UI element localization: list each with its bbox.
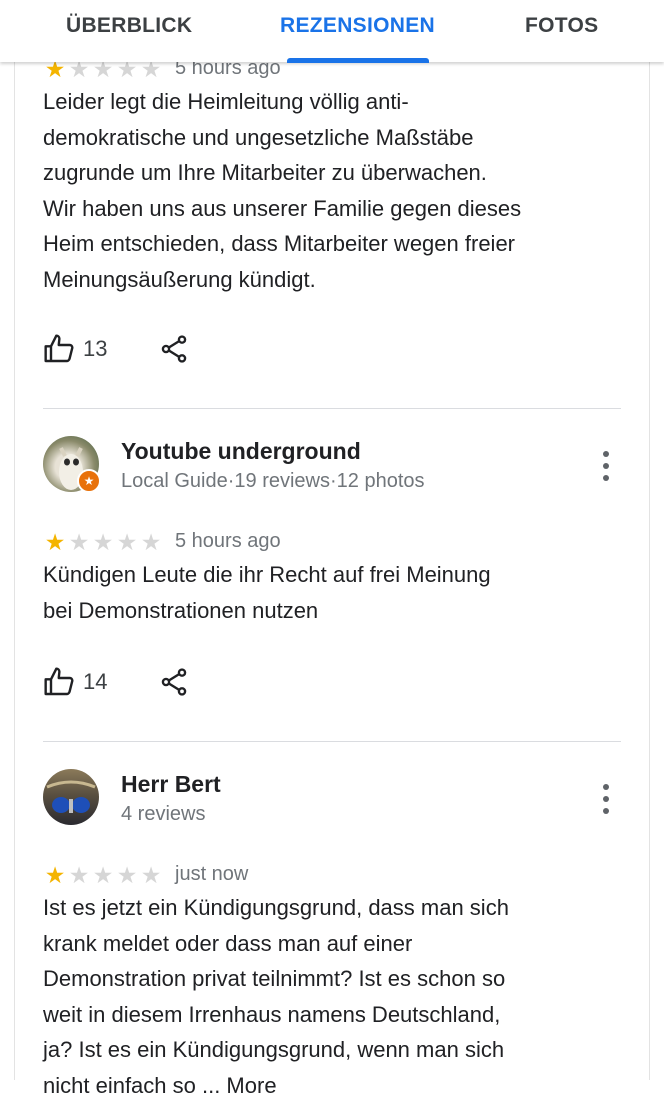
active-tab-indicator [287,58,429,63]
review-3-text: Ist es jetzt ein Kündigungsgrund, dass m… [43,890,603,1103]
more-vert-icon [603,808,609,814]
review-3-rating: ★ ★ ★ ★ ★ [43,864,163,886]
share-icon [158,333,190,365]
review-text-line: Heim entschieden, dass Mitarbeiter wegen… [43,226,603,262]
review-text-line: Leider legt die Heimleitung völlig anti- [43,84,603,120]
review-divider [43,741,621,742]
more-vert-icon [603,784,609,790]
review-2-meta: Local Guide·19 reviews·12 photos [121,470,425,493]
share-button[interactable] [158,333,190,365]
review-text-line: Wir haben uns aus unserer Familie gegen … [43,191,603,227]
star-icon: ★ [115,864,139,886]
review-divider [43,408,621,409]
review-text-line: Meinungsäußerung kündigt. [43,262,603,298]
tab-photos[interactable]: FOTOS [525,14,598,38]
review-text-line: krank meldet oder dass man auf einer [43,926,603,962]
review-text-line: weit in diesem Irrenhaus namens Deutschl… [43,997,603,1033]
review-3-time: just now [175,863,248,886]
review-text-line: Demonstration privat teilnimmt? Ist es s… [43,961,603,997]
share-button[interactable] [158,666,190,698]
more-vert-icon [603,796,609,802]
more-vert-icon [603,475,609,481]
star-icon: ★ [139,531,163,553]
star-icon: ★ [115,531,139,553]
star-icon: ★ [67,531,91,553]
review-2-author[interactable]: Youtube underground [121,438,361,465]
like-button[interactable]: 14 [43,666,107,698]
more-vert-icon [603,463,609,469]
review-text-line: ja? Ist es ein Kündigungsgrund, wenn man… [43,1032,603,1068]
star-icon: ★ [91,864,115,886]
like-count: 13 [83,336,107,362]
review-1-text: Leider legt die Heimleitung völlig anti-… [43,84,603,297]
local-guide-badge-icon: ★ [77,469,101,493]
review-2-time: 5 hours ago [175,530,281,553]
review-text-line: bei Demonstrationen nutzen [43,593,603,629]
like-button[interactable]: 13 [43,333,107,365]
thumbs-up-icon [43,333,75,365]
star-icon: ★ [139,864,163,886]
like-count: 14 [83,669,107,695]
review-text-line: Kündigen Leute die ihr Recht auf frei Me… [43,557,603,593]
thumbs-up-icon [43,666,75,698]
star-icon: ★ [91,531,115,553]
review-text-line[interactable]: nicht einfach so ... More [43,1068,603,1103]
tab-reviews[interactable]: REZENSIONEN [280,14,435,38]
star-icon: ★ [67,864,91,886]
more-vert-icon [603,451,609,457]
avatar[interactable] [43,769,99,825]
review-text-line: Ist es jetzt ein Kündigungsgrund, dass m… [43,890,603,926]
review-text-line: demokratische und ungesetzliche Maßstäbe [43,120,603,156]
star-icon: ★ [43,864,67,886]
review-text-line: zugrunde um Ihre Mitarbeiter zu überwach… [43,155,603,191]
review-3-meta: 4 reviews [121,803,205,826]
tab-bar: ÜBERBLICK REZENSIONEN FOTOS [0,0,664,62]
review-2-text: Kündigen Leute die ihr Recht auf frei Me… [43,557,603,628]
tab-overview[interactable]: ÜBERBLICK [66,14,192,38]
more-options-button[interactable] [596,451,616,481]
share-icon [158,666,190,698]
avatar-image [43,769,99,825]
star-icon: ★ [43,531,67,553]
more-options-button[interactable] [596,784,616,814]
review-3-author[interactable]: Herr Bert [121,771,221,798]
review-2-rating: ★ ★ ★ ★ ★ [43,531,163,553]
